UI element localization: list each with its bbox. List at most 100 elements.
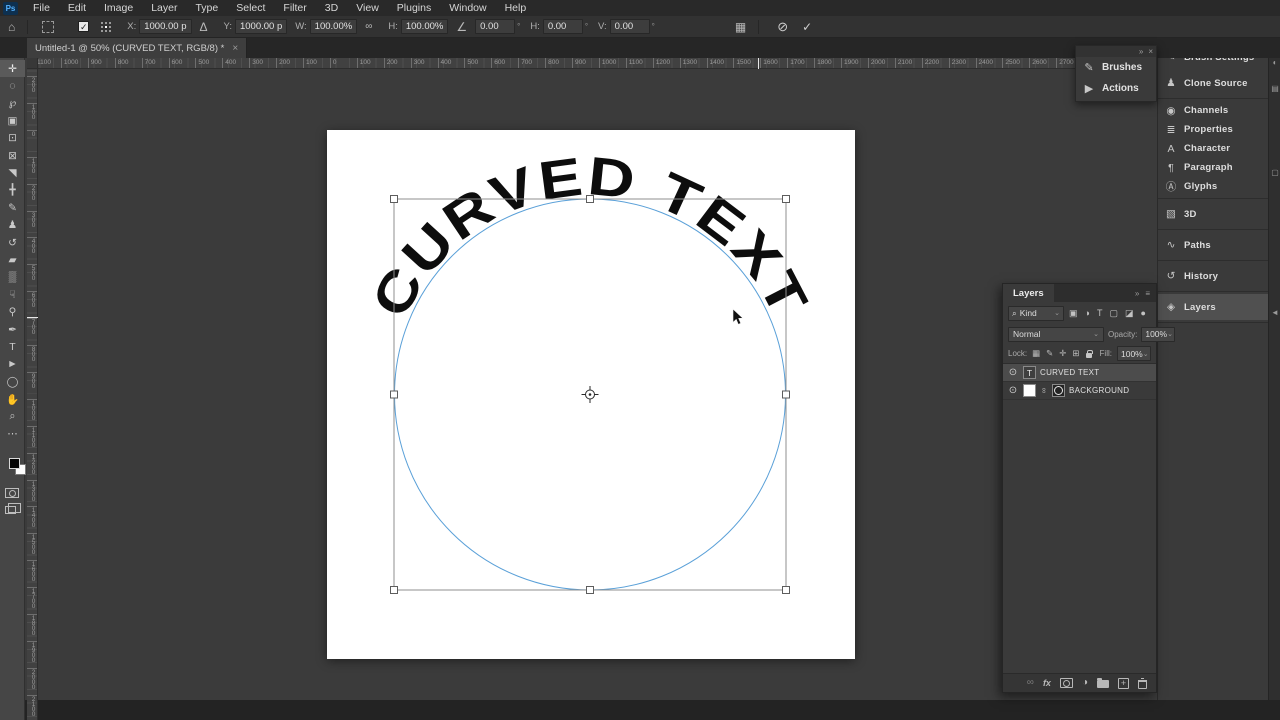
dock-panel-paths[interactable]: ∿Paths	[1158, 232, 1268, 258]
lock-position-icon[interactable]: ✛	[1059, 348, 1066, 359]
cancel-transform-button[interactable]: ⊘	[777, 19, 788, 35]
menu-type[interactable]: Type	[186, 0, 227, 16]
menu-window[interactable]: Window	[440, 0, 495, 16]
swatches-panel-icon[interactable]: ▢	[1269, 168, 1280, 177]
history-brush-tool[interactable]: ↺	[0, 234, 25, 251]
filter-color-icon[interactable]: ●	[1140, 308, 1145, 318]
panel-menu-icon[interactable]: ≡	[1145, 289, 1150, 298]
menu-layer[interactable]: Layer	[142, 0, 186, 16]
layer-mask-thumbnail[interactable]	[1052, 384, 1065, 397]
adjustment-layer-icon[interactable]: ◑	[1082, 678, 1088, 688]
dock-panel-character[interactable]: ACharacter	[1158, 139, 1268, 158]
document-canvas[interactable]	[327, 130, 855, 659]
type-layer-thumbnail[interactable]: T	[1023, 366, 1036, 379]
x-position-field[interactable]: 1000.00 p	[139, 19, 191, 34]
marquee-tool[interactable]: ◌	[0, 77, 25, 94]
warp-mode-icon[interactable]: ▦	[735, 20, 746, 34]
menu-plugins[interactable]: Plugins	[388, 0, 440, 16]
rotation-field[interactable]: 0.00	[475, 19, 515, 34]
document-tab[interactable]: Untitled-1 @ 50% (CURVED TEXT, RGB/8) * …	[27, 38, 247, 58]
menu-view[interactable]: View	[347, 0, 388, 16]
delete-layer-icon[interactable]	[1138, 680, 1147, 689]
clone-stamp-tool[interactable]: ♟	[0, 217, 25, 234]
home-icon[interactable]: ⌂	[8, 20, 15, 34]
width-field[interactable]: 100.00%	[310, 19, 358, 34]
fill-dropdown[interactable]: 100% ⌄	[1117, 346, 1151, 361]
link-layers-icon[interactable]: ∞	[1027, 678, 1034, 688]
menu-edit[interactable]: Edit	[59, 0, 95, 16]
commit-transform-button[interactable]: ✓	[802, 20, 812, 34]
menu-image[interactable]: Image	[95, 0, 142, 16]
close-tab-icon[interactable]: ×	[232, 43, 238, 54]
edit-toolbar[interactable]: ⋯	[0, 425, 25, 442]
h-skew-field[interactable]: 0.00	[543, 19, 583, 34]
menu-file[interactable]: File	[24, 0, 59, 16]
eraser-tool[interactable]: ▰	[0, 251, 25, 268]
lock-paint-icon[interactable]: ✎	[1046, 348, 1053, 359]
menu-filter[interactable]: Filter	[274, 0, 315, 16]
y-position-field[interactable]: 1000.00 p	[235, 19, 287, 34]
lasso-tool[interactable]: ℘	[0, 95, 25, 112]
new-group-icon[interactable]	[1097, 680, 1109, 688]
brush-tool[interactable]: ✎	[0, 199, 25, 216]
smudge-tool[interactable]: ☟	[0, 286, 25, 303]
path-selection-tool[interactable]: ►	[0, 356, 25, 373]
maintain-aspect-ratio-icon[interactable]: ∞	[365, 21, 372, 32]
dock-panel-clone-source[interactable]: ♟Clone Source	[1158, 70, 1268, 96]
horizontal-ruler[interactable]: 1100100090080070060050040030020010001002…	[27, 58, 1157, 69]
dock-panel-3d[interactable]: ▧3D	[1158, 201, 1268, 227]
add-layer-mask-icon[interactable]	[1060, 678, 1073, 688]
dock-panel-paragraph[interactable]: ¶Paragraph	[1158, 158, 1268, 177]
dock-expand-icon[interactable]: ◄	[1269, 308, 1280, 317]
lock-artboard-icon[interactable]: ⊞	[1072, 348, 1079, 359]
layer-row[interactable]: ⊙TCURVED TEXT	[1003, 364, 1156, 382]
visibility-eye-icon[interactable]: ⊙	[1007, 385, 1019, 396]
layers-panel-tab[interactable]: Layers	[1003, 284, 1054, 302]
lock-transparency-icon[interactable]: ▦	[1032, 348, 1040, 359]
menu-help[interactable]: Help	[496, 0, 536, 16]
color-panel-icon[interactable]: ◐	[1269, 58, 1280, 67]
flyout-collapse-icon[interactable]: »	[1139, 47, 1143, 56]
libraries-panel-icon[interactable]: ▤	[1269, 84, 1280, 93]
v-skew-field[interactable]: 0.00	[610, 19, 650, 34]
dock-panel-layers[interactable]: ◈Layers	[1158, 294, 1268, 320]
filter-pixel-layers-icon[interactable]: ▣	[1069, 308, 1078, 319]
dock-panel-history[interactable]: ↺History	[1158, 263, 1268, 289]
dock-panel-glyphs[interactable]: ⒶGlyphs	[1158, 177, 1268, 196]
layer-row[interactable]: ⊙∞BACKGROUND	[1003, 382, 1156, 400]
flyout-close-icon[interactable]: ×	[1148, 47, 1153, 56]
gradient-tool[interactable]: ▒	[0, 269, 25, 286]
filter-adjustment-layers-icon[interactable]: ◑	[1085, 308, 1090, 318]
object-selection-tool[interactable]: ▣	[0, 112, 25, 129]
filter-shape-layers-icon[interactable]: ▢	[1109, 308, 1118, 319]
reference-point-locator[interactable]	[101, 22, 103, 24]
new-layer-icon[interactable]: +	[1118, 678, 1129, 689]
zoom-tool[interactable]: ⌕	[0, 408, 25, 425]
filter-kind-dropdown[interactable]: ⌕ Kind ⌄	[1008, 306, 1064, 321]
menu-select[interactable]: Select	[227, 0, 274, 16]
toggle-reference-point-checkbox[interactable]: ✓	[78, 21, 89, 32]
filter-type-layers-icon[interactable]: T	[1097, 308, 1103, 318]
layer-style-icon[interactable]: fx	[1043, 678, 1051, 688]
crop-tool[interactable]: ⊡	[0, 130, 25, 147]
hand-tool[interactable]: ✋	[0, 391, 25, 408]
flyout-item-brushes[interactable]: ✎Brushes	[1076, 57, 1156, 78]
dock-panel-channels[interactable]: ◉Channels	[1158, 101, 1268, 120]
panel-collapse-icon[interactable]: »	[1135, 289, 1139, 298]
foreground-color-swatch[interactable]	[9, 458, 20, 469]
lock-all-icon[interactable]	[1086, 353, 1092, 358]
visibility-eye-icon[interactable]: ⊙	[1007, 367, 1019, 378]
vertical-ruler[interactable]: 2001000100200300400500600700800900100011…	[27, 58, 38, 720]
type-tool[interactable]: T	[0, 338, 25, 355]
quick-mask-button[interactable]	[5, 488, 19, 498]
layer-thumbnail[interactable]	[1023, 384, 1036, 397]
relative-positioning-icon[interactable]: Δ	[200, 20, 208, 34]
frame-tool[interactable]: ⊠	[0, 147, 25, 164]
menu-3d[interactable]: 3D	[316, 0, 347, 16]
pen-tool[interactable]: ✒	[0, 321, 25, 338]
dock-panel-properties[interactable]: ≣Properties	[1158, 120, 1268, 139]
dodge-tool[interactable]: ⚲	[0, 304, 25, 321]
healing-brush-tool[interactable]: ╋	[0, 182, 25, 199]
eyedropper-tool[interactable]: ◥	[0, 164, 25, 181]
screen-mode-button[interactable]	[5, 506, 16, 514]
